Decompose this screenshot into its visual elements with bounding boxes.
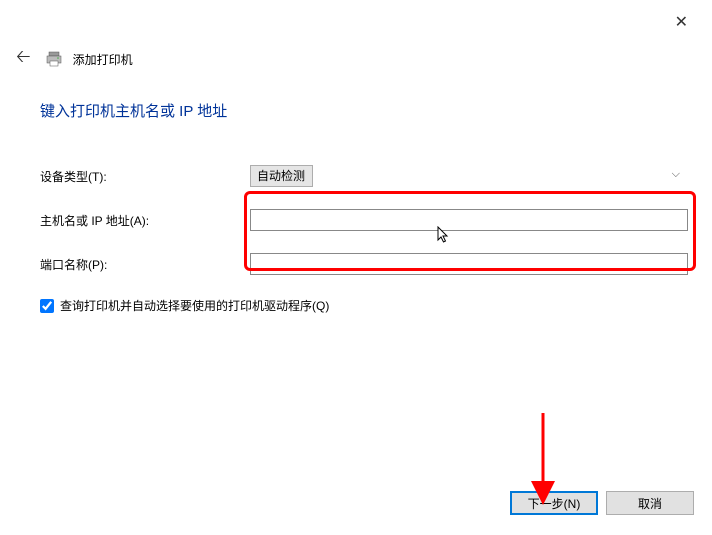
auto-select-label: 查询打印机并自动选择要使用的打印机驱动程序(Q)	[60, 297, 329, 314]
device-type-select[interactable]: 自动检测	[250, 165, 313, 187]
footer-buttons: 下一步(N) 取消	[510, 491, 694, 515]
form-area: 设备类型(T): 自动检测 主机名或 IP 地址(A): 端口名称(P): 查询…	[40, 165, 688, 314]
cancel-button[interactable]: 取消	[606, 491, 694, 515]
hostname-input[interactable]	[250, 209, 688, 231]
close-button[interactable]: ✕	[667, 8, 696, 36]
portname-input[interactable]	[250, 253, 688, 275]
window-title: 添加打印机	[73, 51, 133, 68]
next-button[interactable]: 下一步(N)	[510, 491, 598, 515]
header: 🡠 添加打印机	[12, 42, 133, 76]
hostname-label: 主机名或 IP 地址(A):	[40, 212, 250, 229]
hostname-row: 主机名或 IP 地址(A):	[40, 209, 688, 231]
device-type-label: 设备类型(T):	[40, 168, 250, 185]
device-type-row: 设备类型(T): 自动检测	[40, 165, 688, 187]
device-type-select-wrapper: 自动检测	[250, 165, 688, 187]
page-heading: 键入打印机主机名或 IP 地址	[40, 100, 227, 121]
portname-row: 端口名称(P):	[40, 253, 688, 275]
auto-select-checkbox[interactable]	[40, 299, 54, 313]
portname-label: 端口名称(P):	[40, 256, 250, 273]
printer-icon	[45, 51, 63, 67]
auto-select-row: 查询打印机并自动选择要使用的打印机驱动程序(Q)	[40, 297, 688, 314]
back-arrow-icon[interactable]: 🡠	[12, 42, 35, 76]
